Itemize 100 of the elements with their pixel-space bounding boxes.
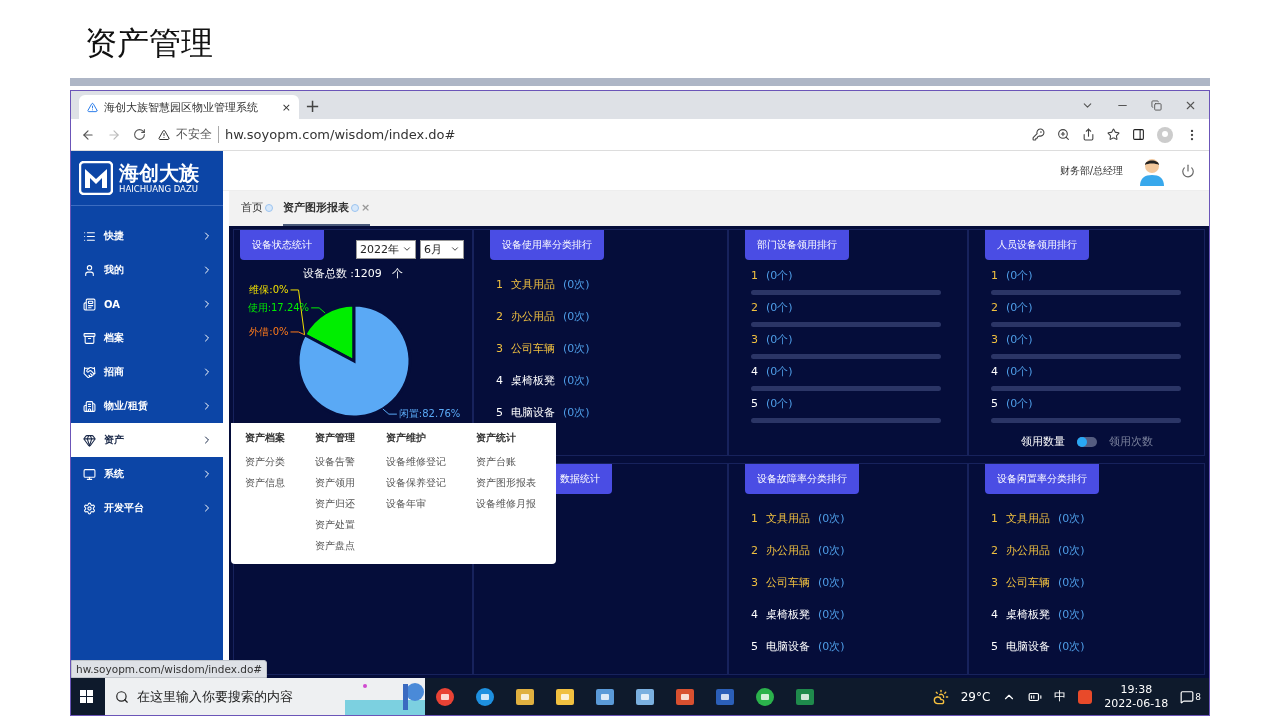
menu-item[interactable]: 资产信息	[245, 476, 315, 490]
reload-icon[interactable]	[133, 128, 146, 141]
rank-number: 4	[991, 607, 998, 621]
month-select[interactable]: 6月	[420, 239, 464, 259]
category-name: 桌椅板凳	[1006, 606, 1050, 622]
sidebar-item[interactable]: 我的	[71, 253, 223, 287]
category-name: 电脑设备	[766, 638, 810, 654]
logo-icon	[79, 161, 113, 195]
menu-heading: 资产维护	[386, 431, 427, 445]
slice-label: 外借:0%	[249, 325, 289, 337]
warning-icon	[158, 128, 170, 141]
rank-number: 4	[751, 365, 758, 378]
category-name: 桌椅板凳	[511, 372, 555, 388]
menu-item[interactable]: 资产处置	[315, 518, 386, 532]
input-method[interactable]: 中	[1054, 688, 1067, 705]
count-value: (0个)	[766, 268, 793, 283]
menu-item[interactable]: 资产归还	[315, 497, 386, 511]
key-icon[interactable]	[1032, 128, 1045, 141]
settings-icon	[83, 501, 96, 515]
count-value: (0次)	[563, 372, 590, 388]
rank-number: 1	[991, 511, 998, 525]
count-value: (0次)	[1058, 510, 1085, 526]
count-value: (0次)	[563, 308, 590, 324]
category-name: 办公用品	[1006, 542, 1050, 558]
new-tab-button[interactable]: +	[299, 94, 327, 116]
count-value: (0次)	[563, 340, 590, 356]
count-value: (0次)	[818, 510, 845, 526]
rank-number: 3	[991, 575, 998, 589]
share-icon[interactable]	[1082, 128, 1095, 141]
url-text: hw.soyopm.com/wisdom/index.do#	[225, 127, 456, 142]
menu-item[interactable]: 资产分类	[245, 455, 315, 469]
menu-item[interactable]: 设备年审	[386, 497, 476, 511]
slice-label: 闲置:82.76%	[398, 408, 461, 420]
rank-number: 4	[496, 373, 503, 387]
page-tab[interactable]: 首页	[241, 191, 273, 226]
zoom-icon[interactable]	[1057, 128, 1070, 141]
rank-number: 2	[751, 301, 758, 314]
category-name: 电脑设备	[511, 404, 555, 420]
notification-icon	[1180, 689, 1195, 704]
sidebar-item[interactable]: 招商	[71, 355, 223, 389]
search-field[interactable]: 在这里输入你要搜索的内容	[105, 678, 425, 715]
slice-label: 维保:0%	[249, 283, 289, 295]
count-value: (0个)	[766, 364, 793, 379]
browser-tab[interactable]: 海创大族智慧园区物业管理系统 ×	[79, 95, 299, 119]
notification-button[interactable]: 8	[1180, 689, 1201, 704]
sidebar-item[interactable]: 档案	[71, 321, 223, 355]
tab-close-button[interactable]: ×	[281, 100, 291, 114]
rank-number: 3	[751, 333, 758, 346]
search-icon	[115, 689, 129, 704]
category-name: 公司车辆	[1006, 574, 1050, 590]
menu-item[interactable]: 资产盘点	[315, 539, 386, 553]
count-value: (0次)	[563, 404, 590, 420]
sidebar-item[interactable]: 系统	[71, 457, 223, 491]
count-value: (0个)	[1006, 364, 1033, 379]
security-label: 不安全	[176, 126, 219, 143]
tab-title: 海创大族智慧园区物业管理系统	[104, 99, 259, 115]
side-panel-icon[interactable]	[1132, 128, 1145, 141]
sidebar-item[interactable]: 物业/租赁	[71, 389, 223, 423]
sidebar-item[interactable]: 快捷	[71, 219, 223, 253]
power-icon[interactable]	[1181, 163, 1195, 178]
newspaper-icon	[83, 297, 96, 311]
category-name: 公司车辆	[766, 574, 810, 590]
sidebar-item[interactable]: OA	[71, 287, 223, 321]
address-field[interactable]: 不安全 hw.soyopm.com/wisdom/index.do#	[158, 126, 1020, 143]
count-value: (0次)	[1058, 606, 1085, 622]
category-name: 公司车辆	[511, 340, 555, 356]
total-count: 设备总数 :1209 个	[301, 266, 405, 281]
temperature[interactable]: 29°C	[960, 689, 991, 704]
count-value: (0个)	[766, 332, 793, 347]
restore-icon[interactable]	[1151, 99, 1162, 111]
count-value: (0次)	[563, 276, 590, 292]
menu-item[interactable]: 资产领用	[315, 476, 386, 490]
rank-number: 5	[991, 397, 998, 410]
user-icon	[83, 263, 96, 277]
sidebar-item[interactable]: 资产	[71, 423, 223, 457]
toggle-switch[interactable]	[1076, 436, 1097, 447]
category-name: 电脑设备	[1006, 638, 1050, 654]
menu-heading: 资产档案	[245, 431, 286, 445]
count-value: (0个)	[766, 300, 793, 315]
count-value: (0个)	[1006, 300, 1033, 315]
star-icon[interactable]	[1107, 128, 1120, 141]
list-icon	[83, 229, 96, 243]
rank-number: 5	[751, 397, 758, 410]
menu-item[interactable]: 设备保养登记	[386, 476, 476, 490]
status-url: hw.soyopm.com/wisdom/index.do#	[71, 660, 268, 678]
back-icon[interactable]	[81, 127, 95, 142]
input-tool-icon[interactable]	[1078, 689, 1093, 704]
count-value: (0个)	[1006, 268, 1033, 283]
rank-number: 1	[751, 511, 758, 525]
menu-item[interactable]: 设备维修月报	[476, 497, 556, 511]
menu-item[interactable]: 设备告警	[315, 455, 386, 469]
category-name: 文具用品	[1006, 510, 1050, 526]
caret-icon	[450, 244, 460, 254]
sidebar-item[interactable]: 开发平台	[71, 491, 223, 525]
rank-number: 2	[991, 301, 998, 314]
year-select[interactable]: 2022年	[356, 239, 416, 259]
weather-icon[interactable]	[932, 688, 949, 705]
category-name: 文具用品	[511, 276, 555, 292]
menu-item[interactable]: 设备维修登记	[386, 455, 476, 469]
clock[interactable]: 19:38 2022-06-18	[1104, 682, 1169, 711]
